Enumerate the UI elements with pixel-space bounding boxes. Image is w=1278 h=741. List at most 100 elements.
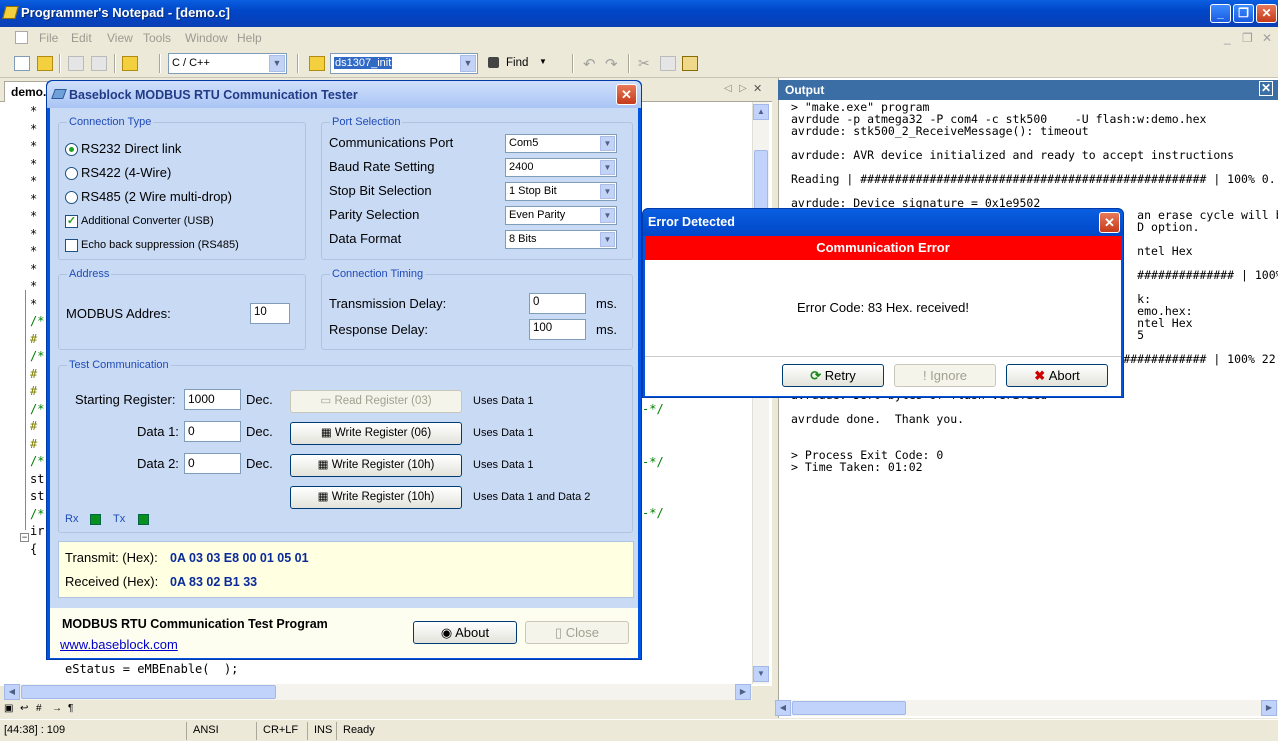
data2-input[interactable]: 0	[184, 453, 241, 474]
close-button[interactable]: ▯ Close	[525, 621, 629, 644]
data1-input[interactable]: 0	[184, 421, 241, 442]
binoculars-icon[interactable]	[488, 57, 499, 68]
save-icon[interactable]	[68, 56, 84, 71]
maximize-icon[interactable]: ❐	[1233, 4, 1254, 23]
tab-arrow-icon[interactable]: →	[52, 703, 62, 714]
dec-label: Dec.	[246, 392, 273, 407]
converter-checkbox[interactable]: ✓	[65, 215, 78, 228]
abort-button[interactable]: ✖ Abort	[1006, 364, 1108, 387]
find-button[interactable]: Find	[506, 57, 528, 69]
output-close-icon[interactable]: ✕	[1259, 81, 1273, 96]
tab-close-icon[interactable]: ✕	[753, 82, 762, 95]
chevron-down-icon[interactable]: ▼	[600, 160, 615, 175]
scroll-down-icon[interactable]: ▼	[753, 666, 769, 682]
data1-label: Data 1:	[137, 424, 179, 439]
redo-icon[interactable]: ↷	[605, 55, 618, 73]
mdi-restore-icon[interactable]: ❐	[1242, 31, 1253, 45]
chevron-down-icon[interactable]: ▼	[600, 184, 615, 199]
port-select[interactable]: Com5 ▼	[505, 134, 617, 153]
find-dropdown-icon[interactable]: ▼	[539, 57, 547, 66]
modbus-dialog-title-bar[interactable]: Baseblock MODBUS RTU Communication Teste…	[47, 81, 641, 108]
chevron-down-icon[interactable]: ▼	[600, 208, 615, 223]
retry-button[interactable]: ⟳ Retry	[782, 364, 884, 387]
starting-register-label: Starting Register:	[75, 392, 176, 407]
rs232-radio[interactable]	[65, 143, 78, 156]
ignore-button[interactable]: ! Ignore	[894, 364, 996, 387]
baud-select[interactable]: 2400 ▼	[505, 158, 617, 177]
rs485-radio[interactable]	[65, 191, 78, 204]
output-line: > Time Taken: 01:02	[791, 460, 923, 474]
code-comment-end: -*/	[642, 506, 664, 520]
scroll-left-icon[interactable]: ◀	[4, 684, 20, 700]
pilcrow-icon[interactable]: ¶	[68, 703, 73, 714]
output-horizontal-scrollbar[interactable]: ◀ ▶	[775, 700, 1278, 716]
starting-register-input[interactable]: 1000	[184, 389, 241, 410]
tab-scroll-left-icon[interactable]: ◁	[724, 83, 732, 94]
menu-help[interactable]: Help	[237, 31, 262, 45]
fold-toggle-icon[interactable]: −	[20, 533, 29, 542]
language-select[interactable]: C / C++ ▼	[168, 53, 287, 74]
folder-icon[interactable]	[309, 56, 325, 71]
paste-icon[interactable]	[682, 56, 698, 71]
chevron-down-icon[interactable]: ▼	[269, 55, 285, 72]
write-register-10h-button[interactable]: ▦ Write Register (10h)	[290, 454, 462, 477]
view-icon[interactable]: ▣	[4, 703, 13, 714]
menu-file[interactable]: File	[39, 31, 58, 45]
wrap-icon[interactable]: ↩	[20, 703, 28, 714]
write-register-10h-multi-button[interactable]: ▦ Write Register (10h)	[290, 486, 462, 509]
copy-icon[interactable]	[660, 56, 676, 71]
parity-label: Parity Selection	[329, 207, 420, 222]
error-close-icon[interactable]: ✕	[1099, 212, 1120, 233]
open-file-icon[interactable]	[37, 56, 53, 71]
modbus-close-icon[interactable]: ✕	[616, 84, 637, 105]
error-dialog-title-bar[interactable]: Error Detected ✕	[643, 209, 1123, 236]
menu-view[interactable]: View	[107, 31, 133, 45]
response-delay-label: Response Delay:	[329, 322, 428, 337]
port-label: Communications Port	[329, 135, 454, 150]
close-door-icon: ▯	[554, 625, 566, 640]
about-button[interactable]: ◉ About	[413, 621, 517, 644]
stop-bit-select[interactable]: 1 Stop Bit ▼	[505, 182, 617, 201]
chevron-down-icon[interactable]: ▼	[460, 55, 476, 72]
scroll-right-icon[interactable]: ▶	[735, 684, 751, 700]
scroll-right-icon[interactable]: ▶	[1261, 700, 1277, 716]
data-format-select[interactable]: 8 Bits ▼	[505, 230, 617, 249]
write-register-06-button[interactable]: ▦ Write Register (06)	[290, 422, 462, 445]
response-delay-input[interactable]: 100	[529, 319, 586, 340]
scroll-thumb[interactable]	[21, 685, 276, 699]
code-comment-end: -*/	[642, 455, 664, 469]
tab-demo-c[interactable]: demo.	[4, 81, 48, 102]
mdi-close-icon[interactable]: ✕	[1262, 31, 1272, 45]
undo-icon[interactable]: ↶	[583, 55, 596, 73]
rs422-radio[interactable]	[65, 167, 78, 180]
transmission-delay-input[interactable]: 0	[529, 293, 586, 314]
minimize-icon[interactable]: _	[1210, 4, 1231, 23]
echo-checkbox[interactable]	[65, 239, 78, 252]
baseblock-link[interactable]: www.baseblock.com	[60, 637, 178, 652]
menu-tools[interactable]: Tools	[143, 31, 171, 45]
scroll-thumb[interactable]	[792, 701, 906, 715]
new-file-icon[interactable]	[14, 56, 30, 71]
chevron-down-icon[interactable]: ▼	[600, 232, 615, 247]
read-register-button[interactable]: ▭ Read Register (03)	[290, 390, 462, 413]
grid-icon[interactable]: #	[36, 703, 42, 714]
parity-select[interactable]: Even Parity ▼	[505, 206, 617, 225]
uses-data-note: Uses Data 1	[473, 395, 534, 407]
chevron-down-icon[interactable]: ▼	[600, 136, 615, 151]
app-title-bar[interactable]: Programmer's Notepad - [demo.c] _ ❐ ✕	[0, 0, 1278, 27]
mdi-minimize-icon[interactable]: _	[1224, 31, 1231, 45]
scroll-up-icon[interactable]: ▲	[753, 104, 769, 120]
toolbar-separator	[628, 54, 630, 73]
cut-icon[interactable]: ✂	[638, 55, 650, 72]
modbus-address-input[interactable]: 10	[250, 303, 290, 324]
transmission-delay-label: Transmission Delay:	[329, 296, 447, 311]
menu-edit[interactable]: Edit	[71, 31, 92, 45]
save-all-icon[interactable]	[91, 56, 107, 71]
tab-scroll-right-icon[interactable]: ▷	[739, 83, 747, 94]
editor-horizontal-scrollbar[interactable]: ◀ ▶	[4, 684, 752, 700]
menu-window[interactable]: Window	[185, 31, 228, 45]
close-icon[interactable]: ✕	[1256, 4, 1277, 23]
scroll-left-icon[interactable]: ◀	[775, 700, 791, 716]
open-project-icon[interactable]	[122, 56, 138, 71]
function-select[interactable]: ds1307_init ▼	[330, 53, 478, 74]
